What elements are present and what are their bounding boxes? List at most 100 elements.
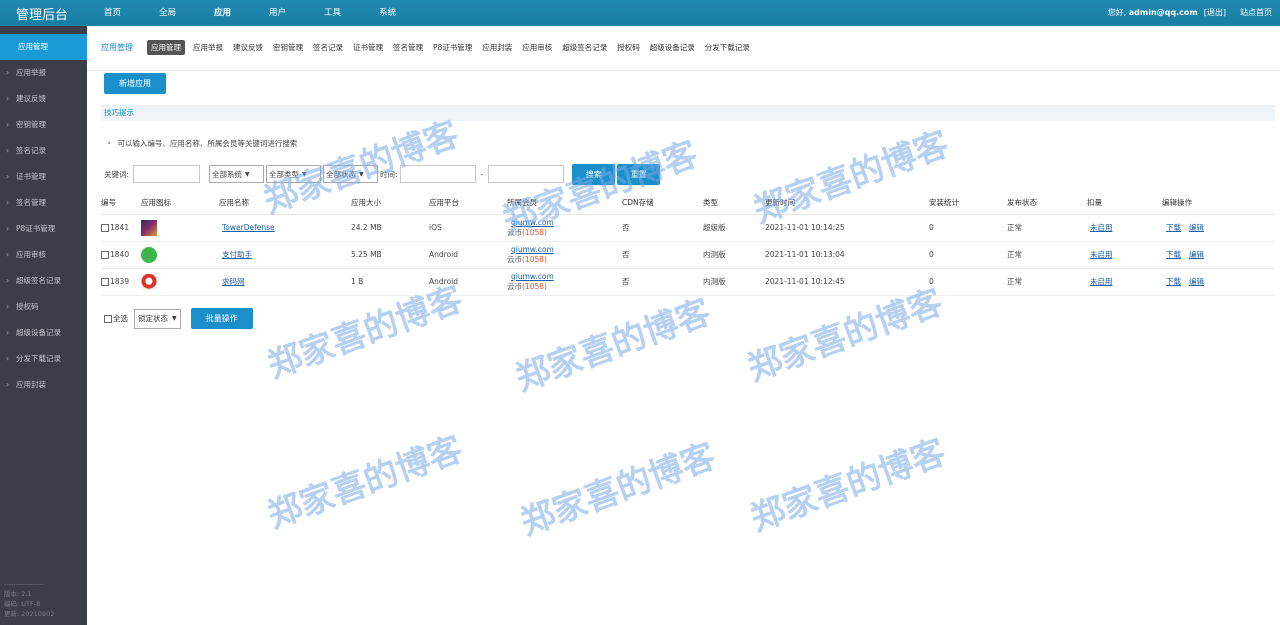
app-member: qiumw.com 云币(1058) — [507, 214, 622, 242]
nav-system[interactable]: 系统 — [379, 0, 434, 26]
tab-keys[interactable]: 密钥管理 — [271, 40, 305, 55]
sidebar-item-certs[interactable]: › 证书管理 — [0, 164, 87, 190]
sidebar-item-auth-code[interactable]: › 授权码 — [0, 294, 87, 320]
edit-link[interactable]: 编辑 — [1189, 223, 1204, 232]
member-link[interactable]: qiumw.com — [511, 218, 622, 227]
edit-link[interactable]: 编辑 — [1189, 277, 1204, 286]
tab-auth-code[interactable]: 授权码 — [615, 40, 642, 55]
status-select[interactable]: 全部状态 ▼ — [323, 165, 379, 183]
chevron-right-icon: › — [6, 94, 9, 103]
col-icon: 应用图标 — [141, 192, 219, 215]
app-cdn: 否 — [622, 268, 703, 296]
row-checkbox[interactable] — [101, 278, 109, 286]
tab-app-manage[interactable]: 应用管理 — [147, 40, 185, 55]
deduct-link[interactable]: 未启用 — [1090, 223, 1113, 232]
member-coins: 云币(1058) — [507, 281, 547, 291]
app-size: 24.2 MB — [351, 214, 429, 242]
app-type: 内测版 — [703, 268, 765, 296]
edit-link[interactable]: 编辑 — [1189, 250, 1204, 259]
qiuma-app-icon — [141, 273, 157, 290]
new-app-button[interactable]: 新增应用 — [104, 73, 166, 94]
reset-button[interactable]: 重置 — [617, 163, 661, 185]
brand-title[interactable]: 管理后台 — [16, 4, 68, 23]
select-all-label[interactable]: 全选 — [113, 313, 128, 324]
select-all-checkbox[interactable] — [104, 314, 112, 323]
system-select[interactable]: 全部系统 ▼ — [209, 165, 265, 183]
tips-header: 技巧提示 — [101, 105, 1275, 121]
sidebar-item-sign-records[interactable]: › 签名记录 — [0, 138, 87, 164]
tab-sign-records[interactable]: 签名记录 — [311, 40, 345, 55]
col-cdn: CDN存储 — [622, 192, 703, 215]
app-type: 超级版 — [703, 214, 765, 242]
app-name-link[interactable]: 求码网 — [222, 277, 245, 286]
type-select[interactable]: 全部类型 ▼ — [266, 165, 322, 183]
sidebar-item-super-devices[interactable]: › 超级设备记录 — [0, 320, 87, 346]
chevron-right-icon: › — [6, 68, 9, 77]
deduct-link[interactable]: 未启用 — [1090, 277, 1113, 286]
download-link[interactable]: 下载 — [1166, 277, 1181, 286]
tab-feedback[interactable]: 建议反馈 — [231, 40, 265, 55]
sidebar-item-app-manage[interactable]: 应用管理 — [0, 34, 87, 60]
download-link[interactable]: 下载 — [1166, 223, 1181, 232]
download-link[interactable]: 下载 — [1166, 250, 1181, 259]
deduct-link[interactable]: 未启用 — [1090, 250, 1113, 259]
tab-p8-certs[interactable]: P8证书管理 — [431, 40, 474, 55]
tab-sign-manage[interactable]: 签名管理 — [391, 40, 425, 55]
member-link[interactable]: qiumw.com — [511, 245, 622, 254]
app-cdn: 否 — [622, 241, 703, 269]
end-time-input[interactable] — [488, 165, 565, 183]
tab-app-wrap[interactable]: 应用封装 — [480, 40, 514, 55]
app-cdn: 否 — [622, 214, 703, 242]
tab-downloads[interactable]: 分发下载记录 — [703, 40, 752, 55]
chevron-down-icon: ▼ — [172, 315, 177, 322]
nav-tools[interactable]: 工具 — [324, 0, 379, 26]
logout-link[interactable]: [退出] — [1204, 0, 1226, 26]
app-status: 正常 — [1007, 241, 1087, 269]
time-label: 时间: — [380, 169, 398, 179]
sidebar-item-super-sign[interactable]: › 超级签名记录 — [0, 268, 87, 294]
keyword-input[interactable] — [133, 165, 201, 183]
sidebar-item-feedback[interactable]: › 建议反馈 — [0, 86, 87, 112]
sidebar-item-sign-manage[interactable]: › 签名管理 — [0, 190, 87, 216]
footer-updated: 更新: 20210902 — [4, 610, 55, 618]
bullet-icon: • — [107, 139, 112, 148]
sidebar-item-downloads[interactable]: › 分发下载记录 — [0, 346, 87, 372]
nav-users[interactable]: 用户 — [269, 0, 324, 26]
tab-certs[interactable]: 证书管理 — [351, 40, 385, 55]
keyword-label: 关键词: — [104, 169, 130, 179]
member-link[interactable]: qiumw.com — [511, 272, 622, 281]
sidebar-footer: ----------------- 版本: 2.1 编码: UTF-8 更新: … — [4, 579, 54, 619]
search-button[interactable]: 搜索 — [572, 163, 616, 185]
tower-defense-app-icon — [141, 219, 157, 236]
col-size: 应用大小 — [351, 192, 429, 215]
sidebar-item-app-report[interactable]: › 应用举报 — [0, 60, 87, 86]
row-checkbox[interactable] — [101, 251, 109, 259]
nav-global[interactable]: 全局 — [159, 0, 214, 26]
app-name-link[interactable]: TowerDefense — [222, 223, 275, 232]
lock-status-select[interactable]: 锁定状态 ▼ — [134, 308, 181, 329]
tab-app-review[interactable]: 应用审核 — [520, 40, 554, 55]
sidebar-item-keys[interactable]: › 密钥管理 — [0, 112, 87, 138]
row-checkbox[interactable] — [101, 224, 109, 232]
user-area: 您好, admin@qq.com [退出] 站点首页 — [1108, 0, 1272, 26]
app-type: 内测版 — [703, 241, 765, 269]
sidebar-item-app-review[interactable]: › 应用审核 — [0, 242, 87, 268]
chevron-right-icon: › — [6, 328, 9, 337]
site-home-link[interactable]: 站点首页 — [1240, 0, 1272, 26]
batch-bar: 全选 锁定状态 ▼ 批量操作 — [104, 308, 253, 329]
nav-home[interactable]: 首页 — [104, 0, 159, 26]
chevron-right-icon: › — [6, 224, 9, 233]
app-installs: 0 — [929, 268, 1007, 296]
sidebar-item-app-wrap[interactable]: › 应用封装 — [0, 372, 87, 398]
tab-app-report[interactable]: 应用举报 — [191, 40, 225, 55]
nav-apps[interactable]: 应用 — [214, 0, 269, 26]
tab-super-sign[interactable]: 超级签名记录 — [560, 40, 609, 55]
batch-action-button[interactable]: 批量操作 — [190, 308, 253, 329]
tab-super-devices[interactable]: 超级设备记录 — [648, 40, 697, 55]
start-time-input[interactable] — [399, 165, 476, 183]
app-installs: 0 — [929, 214, 1007, 242]
col-type: 类型 — [703, 192, 765, 215]
app-name-link[interactable]: 支付助手 — [222, 250, 252, 259]
sidebar-item-p8-certs[interactable]: › P8证书管理 — [0, 216, 87, 242]
chevron-right-icon: › — [6, 120, 9, 129]
